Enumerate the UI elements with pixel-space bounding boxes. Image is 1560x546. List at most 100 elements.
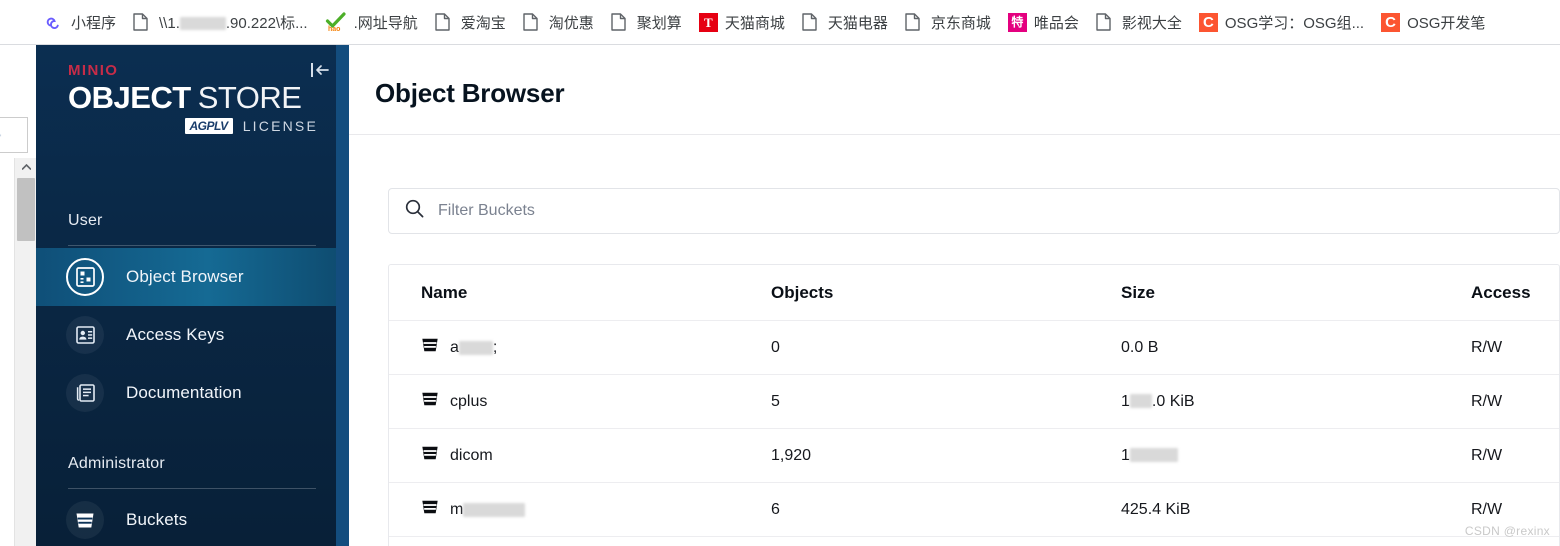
bookmark-item[interactable]: 京东商城 xyxy=(898,8,998,36)
bookmark-label-prefix: \\1. xyxy=(159,14,180,32)
main-content: Object Browser Name Objects xyxy=(349,45,1560,546)
bookmark-label: 影视大全 xyxy=(1121,14,1182,32)
bookmark-item[interactable]: 淘优惠 xyxy=(516,8,601,36)
bookmark-item[interactable]: 影视大全 xyxy=(1089,8,1189,36)
page-icon xyxy=(905,12,924,32)
cell-bucket-name: cplus xyxy=(389,374,771,429)
redaction-block xyxy=(463,502,526,517)
bookmark-item[interactable]: \\1. .90.222\标... xyxy=(126,8,315,36)
cell-access: R/W xyxy=(1471,428,1559,483)
browser-bookmarks-bar: 小程序 \\1. .90.222\标... hao .网址导航 爱淘宝 淘优惠 聚划算 T 天猫商… xyxy=(0,0,1560,45)
bucket-icon xyxy=(421,445,439,466)
table-row[interactable]: cplus 5 1 .0 KiB R/W xyxy=(389,374,1559,429)
sidebar-right-edge xyxy=(336,45,349,546)
bookmark-label-suffix: .90.222\标... xyxy=(225,14,308,32)
bookmark-label: OSG学习：OSG组... xyxy=(1224,14,1365,32)
column-header-name[interactable]: Name xyxy=(389,265,771,321)
filter-buckets-box[interactable] xyxy=(388,188,1560,234)
cell-objects-count: 5 xyxy=(771,374,1121,429)
size-prefix: 1 xyxy=(1121,446,1130,464)
sidebar-divider-user xyxy=(68,245,316,246)
size-prefix: 1 xyxy=(1121,392,1130,410)
page-icon xyxy=(802,12,821,32)
bookmark-item[interactable]: C OSG开发笔 xyxy=(1374,8,1492,36)
csdn-icon: C xyxy=(1381,12,1401,32)
bookmark-item[interactable]: 特唯品会 xyxy=(1001,8,1086,36)
filter-buckets-input[interactable] xyxy=(436,201,1479,221)
browser-left-gutter: T… xyxy=(0,45,36,546)
sidebar-item-access-keys[interactable]: Access Keys xyxy=(36,306,348,364)
bookmark-item[interactable]: hao .网址导航 xyxy=(318,8,425,36)
cell-access: R/W xyxy=(1471,374,1559,429)
minio-logo: MINIO OBJECT STORE AGPLV LICENSE xyxy=(68,63,318,134)
table-row[interactable]: a; 0 0.0 B R/W xyxy=(389,320,1559,375)
bookmark-item[interactable]: 天猫电器 xyxy=(795,8,895,36)
page-header: Object Browser xyxy=(349,45,1560,135)
buckets-table-head: Name Objects Size Access xyxy=(389,265,1559,321)
cell-objects-count: 1,920 xyxy=(771,428,1121,483)
hao123-icon: hao xyxy=(325,12,347,33)
sidebar-item-documentation[interactable]: Documentation xyxy=(36,364,348,422)
bookmark-label: 京东商城 xyxy=(930,14,991,32)
bucket-icon xyxy=(422,338,438,352)
access-keys-icon xyxy=(66,316,104,354)
bookmark-item[interactable]: 爱淘宝 xyxy=(428,8,513,36)
table-header-row: Name Objects Size Access xyxy=(389,265,1559,321)
sidebar-label-documentation: Documentation xyxy=(126,383,242,402)
bookmark-label: 聚划算 xyxy=(636,14,682,32)
column-header-access[interactable]: Access xyxy=(1471,265,1559,321)
scrollbar-up-arrow-icon[interactable] xyxy=(15,158,37,176)
bucket-name-tail: ; xyxy=(492,338,498,356)
bookmark-label: 天猫商城 xyxy=(724,14,785,32)
buckets-table-body: a; 0 0.0 B R/W cplus 5 1.0 KiB R/W dicom 1,920 1 R/… xyxy=(389,320,1559,537)
bookmark-label: OSG开发笔 xyxy=(1407,14,1486,32)
svg-text:hao: hao xyxy=(328,26,340,32)
table-row[interactable]: m 6 425.4 KiB R/W xyxy=(389,482,1559,537)
screenshot-root: 小程序 \\1. .90.222\标... hao .网址导航 爱淘宝 淘优惠 聚划算 T 天猫商… xyxy=(0,0,1560,546)
sidebar-section-user: User xyxy=(68,212,103,229)
partial-popup-text: T… xyxy=(0,127,2,139)
sidebar-item-object-browser[interactable]: Object Browser xyxy=(36,248,348,306)
page-icon xyxy=(133,12,152,32)
bucket-icon xyxy=(422,500,438,514)
buckets-table: Name Objects Size Access a; 0 0.0 B R/W cplu… xyxy=(389,265,1559,537)
column-header-size[interactable]: Size xyxy=(1121,265,1471,321)
page-scrollbar[interactable] xyxy=(14,158,36,546)
page-title: Object Browser xyxy=(375,78,565,108)
buckets-table-card: Name Objects Size Access a; 0 0.0 B R/W cplu… xyxy=(388,264,1560,546)
sidebar-item-buckets[interactable]: Buckets xyxy=(36,491,348,546)
partial-popup-overlay: T… xyxy=(0,117,28,153)
column-header-objects[interactable]: Objects xyxy=(771,265,1121,321)
bookmark-item[interactable]: 小程序 xyxy=(38,8,123,36)
bucket-icon xyxy=(422,446,438,460)
bucket-name-text: m xyxy=(450,500,464,518)
csdn-watermark: CSDN @rexinx xyxy=(1464,524,1550,538)
cell-size: 425.4 KiB xyxy=(1121,482,1471,537)
bucket-icon xyxy=(66,501,104,539)
cell-bucket-name: a; xyxy=(389,320,771,375)
product-word-store: STORE xyxy=(197,80,302,115)
product-word-object: OBJECT xyxy=(68,80,191,115)
sidebar-label-access-keys: Access Keys xyxy=(126,325,225,344)
bookmark-item[interactable]: 聚划算 xyxy=(604,8,689,36)
redaction-block xyxy=(1129,394,1152,409)
license-row: AGPLV LICENSE xyxy=(68,117,318,134)
bookmark-label: 小程序 xyxy=(71,14,117,32)
sidebar-section-administrator: Administrator xyxy=(68,455,165,472)
scrollbar-thumb[interactable] xyxy=(17,178,35,241)
agpl-badge: AGPLV xyxy=(184,117,233,134)
filter-row xyxy=(388,188,1560,234)
bookmark-item[interactable]: T 天猫商城 xyxy=(692,8,792,36)
license-label: LICENSE xyxy=(242,117,318,134)
bucket-icon xyxy=(422,392,438,406)
csdn-icon: C xyxy=(1198,12,1218,32)
sidebar-label-buckets: Buckets xyxy=(126,510,188,529)
bucket-icon xyxy=(421,499,439,520)
page-icon xyxy=(523,12,542,32)
bookmark-label: \\1. .90.222\标... xyxy=(159,12,308,33)
bucket-name-text: dicom xyxy=(450,446,493,464)
bookmark-item[interactable]: C OSG学习：OSG组... xyxy=(1192,8,1371,36)
page-icon xyxy=(1096,12,1115,32)
table-row[interactable]: dicom 1,920 1 R/W xyxy=(389,428,1559,483)
collapse-sidebar-icon[interactable] xyxy=(309,59,331,81)
